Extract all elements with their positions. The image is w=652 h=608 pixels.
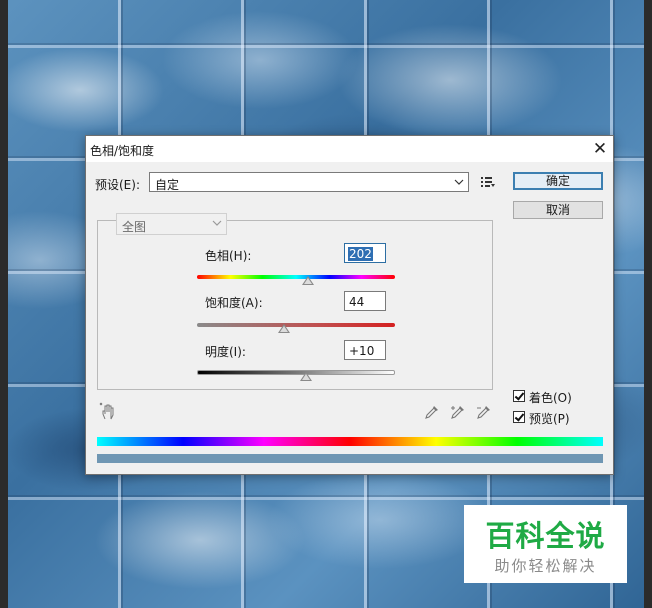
chevron-down-icon [212, 220, 222, 226]
ok-button[interactable]: 确定 [513, 172, 603, 190]
preset-value: 自定 [155, 178, 180, 192]
preview-label[interactable]: 预览(P) [529, 410, 570, 427]
edit-range-select[interactable]: 全图 [116, 213, 227, 235]
preset-options-icon[interactable] [481, 176, 495, 188]
add-to-sample-eyedropper-icon[interactable] [450, 404, 466, 420]
workspace-edge-left [0, 0, 8, 608]
workspace-edge-right [644, 0, 652, 608]
input-color-bar [97, 437, 603, 446]
cancel-button[interactable]: 取消 [513, 201, 603, 219]
saturation-label: 饱和度(A): [205, 296, 263, 310]
saturation-slider-thumb[interactable] [278, 324, 291, 333]
targeted-adjustment-hand-icon[interactable] [99, 402, 119, 422]
hue-input[interactable]: 202 [344, 243, 386, 263]
dialog-title: 色相/饱和度 [90, 144, 155, 158]
lightness-label: 明度(I): [205, 345, 246, 359]
watermark-badge: 百科全说 助你轻松解决 [464, 505, 627, 583]
hue-slider-track[interactable] [197, 275, 395, 279]
subtract-from-sample-eyedropper-icon[interactable] [476, 404, 492, 420]
dialog-titlebar[interactable]: 色相/饱和度 ✕ [86, 136, 613, 162]
lightness-slider-thumb[interactable] [299, 372, 312, 381]
colorize-label[interactable]: 着色(O) [529, 389, 572, 406]
preview-checkbox[interactable] [513, 411, 525, 423]
lightness-input[interactable]: +10 [344, 340, 386, 360]
preset-select[interactable]: 自定 [149, 172, 469, 192]
edit-range-value: 全图 [122, 220, 147, 234]
lightness-slider-track[interactable] [197, 370, 395, 375]
lightness-value: +10 [349, 344, 375, 358]
watermark-title: 百科全说 [485, 519, 606, 553]
colorize-checkbox[interactable] [513, 390, 525, 402]
saturation-slider-track[interactable] [197, 323, 395, 327]
hue-value: 202 [348, 247, 373, 261]
chevron-down-icon [454, 179, 464, 185]
close-icon[interactable]: ✕ [591, 140, 609, 158]
hue-saturation-dialog: 色相/饱和度 ✕ 预设(E): 自定 确定 取消 全图 色相(H): 202 饱… [85, 135, 614, 475]
preset-label: 预设(E): [95, 178, 140, 192]
hue-slider-thumb[interactable] [301, 276, 314, 285]
saturation-value: 44 [349, 295, 365, 309]
eyedropper-icon[interactable] [424, 404, 440, 420]
hue-label: 色相(H): [205, 249, 252, 263]
saturation-input[interactable]: 44 [344, 291, 386, 311]
output-color-bar [97, 454, 603, 463]
watermark-subtitle: 助你轻松解决 [494, 557, 597, 575]
adjustment-group [97, 220, 493, 390]
